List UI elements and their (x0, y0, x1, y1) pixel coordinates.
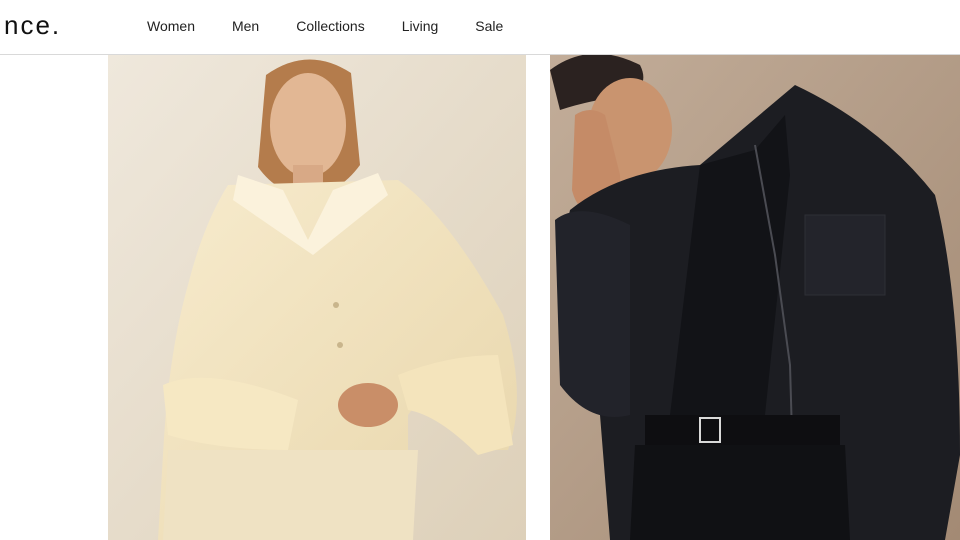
nav-item-men[interactable]: Men (232, 17, 259, 35)
site-header: nce. Women Men Collections Living Sale (0, 0, 960, 55)
woman-in-cream-shirt-photo (108, 55, 526, 540)
nav-item-living[interactable]: Living (402, 17, 439, 35)
main-nav: Women Men Collections Living Sale (147, 17, 503, 35)
hero-image-women[interactable] (108, 55, 526, 540)
nav-item-sale[interactable]: Sale (475, 17, 503, 35)
brand-logo[interactable]: nce. (4, 11, 61, 39)
man-in-black-jacket-photo (550, 55, 960, 540)
hero-image-men[interactable] (550, 55, 960, 540)
nav-item-collections[interactable]: Collections (296, 17, 364, 35)
nav-item-women[interactable]: Women (147, 17, 195, 35)
